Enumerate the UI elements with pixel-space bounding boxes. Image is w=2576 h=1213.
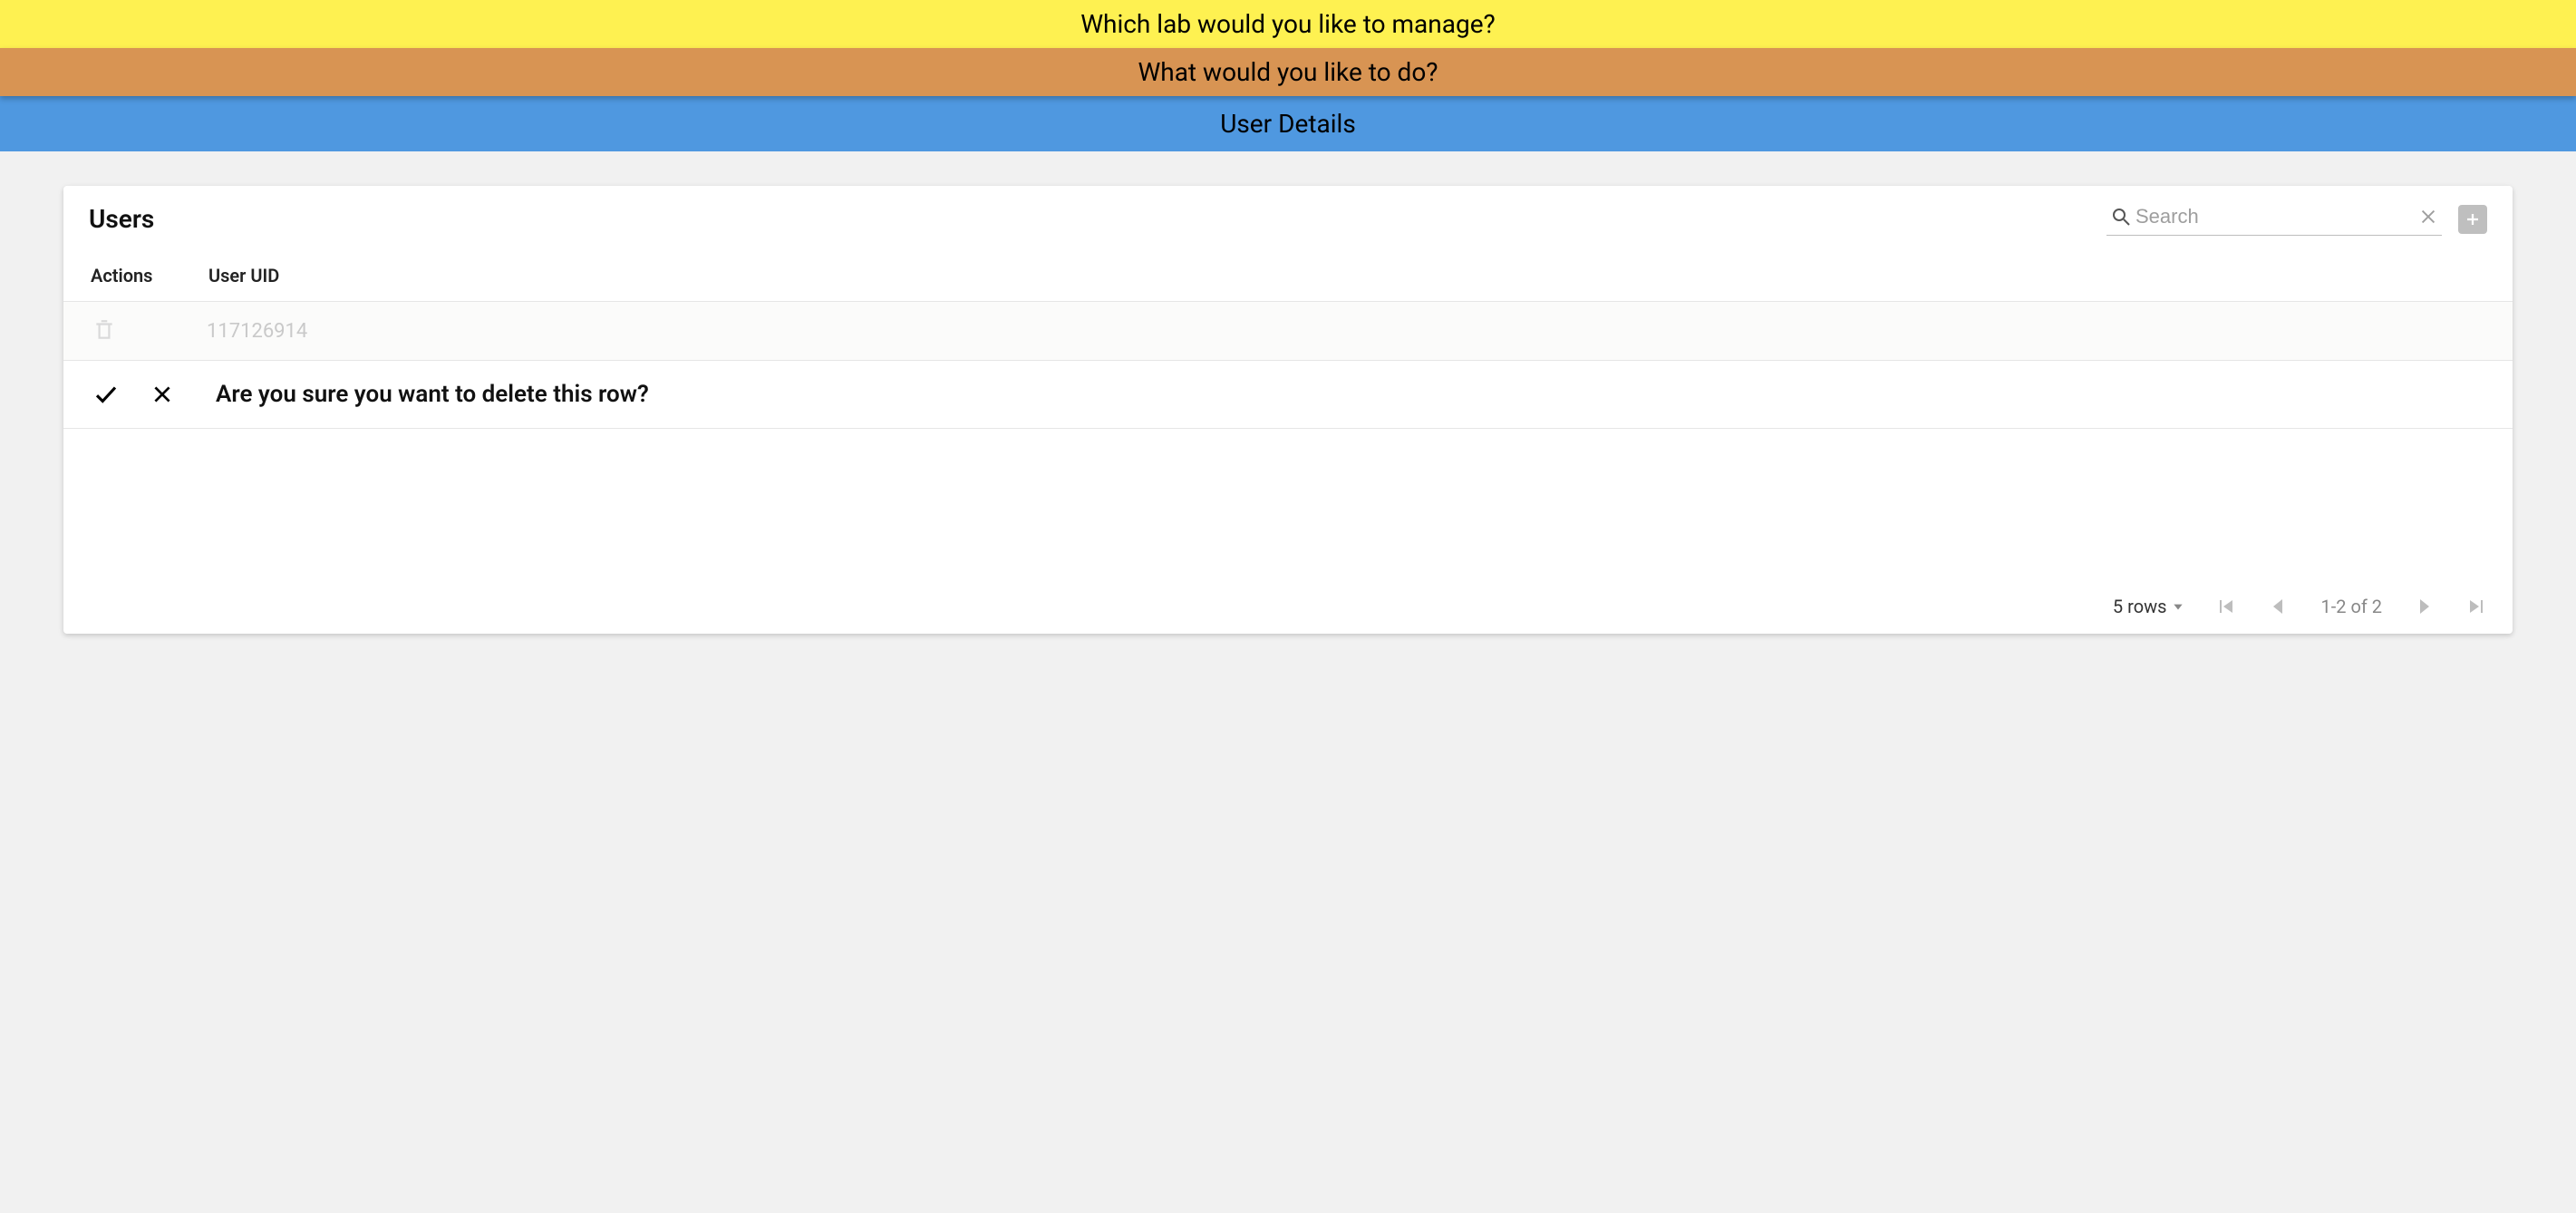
column-header-actions: Actions: [91, 265, 208, 286]
banner-lab-select-text: Which lab would you like to manage?: [1080, 9, 1496, 39]
chevron-right-icon: [2413, 596, 2435, 617]
cancel-delete-button[interactable]: [147, 379, 178, 410]
column-header-uid: User UID: [208, 265, 2487, 286]
search-input[interactable]: [2135, 205, 2415, 228]
first-page-icon: [2215, 596, 2237, 617]
banner-action-select-text: What would you like to do?: [1138, 57, 1438, 87]
add-row-button[interactable]: [2458, 205, 2487, 234]
close-icon: [150, 383, 174, 406]
banner-lab-select[interactable]: Which lab would you like to manage?: [0, 0, 2576, 48]
last-page-icon: [2465, 596, 2487, 617]
chevron-left-icon: [2268, 596, 2290, 617]
prev-page-button[interactable]: [2268, 596, 2290, 617]
table-header: Actions User UID: [63, 243, 2513, 301]
table-footer: 5 rows 1-2 of 2: [63, 583, 2513, 634]
banner-section-title: User Details: [0, 96, 2576, 151]
card-title: Users: [89, 204, 2106, 234]
next-page-button[interactable]: [2413, 596, 2435, 617]
users-card: Users Act: [63, 186, 2513, 634]
search-field[interactable]: [2106, 202, 2442, 236]
cell-uid: 117126914: [207, 320, 2487, 343]
search-icon: [2106, 202, 2135, 231]
confirm-delete-button[interactable]: [89, 377, 123, 412]
rows-per-page-label: 5 rows: [2113, 596, 2167, 617]
delete-row-button[interactable]: [89, 315, 120, 345]
first-page-button[interactable]: [2215, 596, 2237, 617]
delete-confirm-row: Are you sure you want to delete this row…: [63, 360, 2513, 429]
clear-search-button[interactable]: [2415, 203, 2442, 230]
pagination-range: 1-2 of 2: [2320, 596, 2382, 617]
rows-per-page-select[interactable]: 5 rows: [2113, 596, 2185, 617]
confirm-delete-message: Are you sure you want to delete this row…: [207, 381, 2487, 408]
trash-icon: [92, 318, 116, 342]
last-page-button[interactable]: [2465, 596, 2487, 617]
table-row: 117126914: [63, 301, 2513, 360]
chevron-down-icon: [2172, 600, 2184, 613]
banner-action-select[interactable]: What would you like to do?: [0, 48, 2576, 96]
banner-section-title-text: User Details: [1220, 109, 1356, 139]
check-icon: [92, 381, 120, 408]
